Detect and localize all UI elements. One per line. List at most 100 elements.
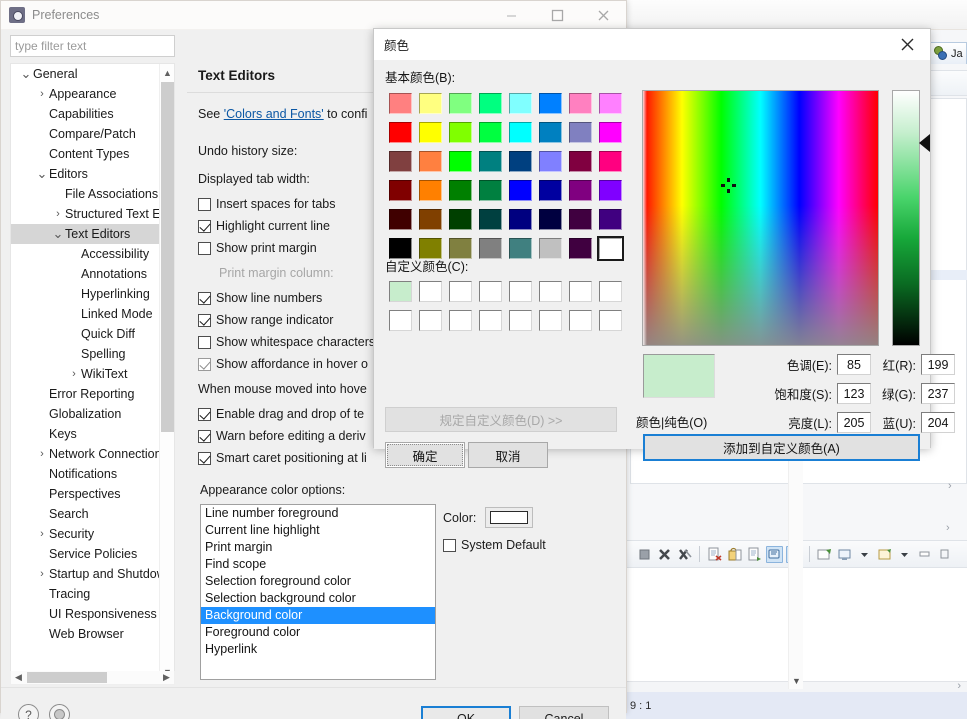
basic-color-swatch[interactable] — [596, 236, 624, 261]
custom-color-swatch[interactable] — [388, 281, 412, 302]
basic-color-swatch[interactable] — [598, 180, 622, 201]
basic-color-cell[interactable] — [535, 176, 565, 205]
field-green-input[interactable]: 237 — [921, 383, 955, 404]
custom-color-swatch[interactable] — [538, 310, 562, 331]
scroll-up-icon[interactable]: ▲ — [160, 64, 174, 81]
basic-color-cell[interactable] — [415, 89, 445, 118]
colors-and-fonts-link[interactable]: 'Colors and Fonts' — [224, 107, 324, 121]
tree-hscroll-thumb[interactable] — [27, 672, 107, 683]
basic-color-swatch[interactable] — [538, 180, 562, 201]
basic-color-swatch[interactable] — [418, 209, 442, 230]
open-console-icon[interactable] — [836, 546, 853, 563]
basic-color-swatch[interactable] — [508, 180, 532, 201]
custom-color-swatch[interactable] — [478, 281, 502, 302]
appearance-option-find-scope[interactable]: Find scope — [201, 556, 435, 573]
cancel-button[interactable]: Cancel — [519, 706, 609, 719]
custom-color-cell[interactable] — [385, 277, 415, 306]
checkbox-show-affordance-in-hover[interactable]: Show affordance in hover o — [198, 357, 368, 371]
basic-color-cell[interactable] — [535, 205, 565, 234]
help-icon[interactable]: ? — [18, 704, 39, 719]
color-swatch-button[interactable] — [485, 507, 533, 528]
tree-scroll-thumb[interactable] — [161, 82, 174, 432]
basic-color-swatch[interactable] — [478, 151, 502, 172]
chevron-right-icon[interactable]: › — [67, 368, 81, 380]
field-luminance-input[interactable]: 205 — [837, 412, 871, 433]
maximize-icon[interactable] — [936, 546, 953, 563]
tree-item-linked-mode[interactable]: Linked Mode — [11, 304, 166, 324]
show-console-icon[interactable] — [766, 545, 783, 563]
tree-item-quick-diff[interactable]: Quick Diff — [11, 324, 166, 344]
basic-color-cell[interactable] — [565, 118, 595, 147]
custom-color-cell[interactable] — [445, 306, 475, 335]
tree-vertical-scrollbar[interactable]: ▲ ▼ — [159, 64, 174, 680]
checkbox-box[interactable] — [198, 313, 211, 327]
basic-color-cell[interactable] — [565, 205, 595, 234]
tree-item-structured-text-ed[interactable]: › Structured Text Ed — [11, 204, 166, 224]
checkbox-box[interactable] — [198, 335, 211, 349]
basic-color-swatch[interactable] — [448, 93, 472, 114]
custom-color-cell[interactable] — [505, 306, 535, 335]
ok-button[interactable]: OK — [421, 706, 511, 719]
tree-item-web-browser[interactable]: Web Browser — [11, 624, 166, 644]
perspective-tab-java[interactable]: Ja — [930, 42, 967, 64]
chevron-right-icon[interactable]: › — [35, 528, 49, 540]
word-wrap-icon[interactable] — [746, 546, 763, 563]
apply-circle-icon[interactable] — [49, 704, 70, 719]
tree-item-startup-and-shutdown[interactable]: › Startup and Shutdown — [11, 564, 166, 584]
tree-item-text-editors[interactable]: ⌄ Text Editors — [11, 224, 166, 244]
chevron-down-icon[interactable]: ⌄ — [19, 66, 33, 82]
checkbox-box[interactable] — [198, 219, 211, 233]
basic-color-cell[interactable] — [385, 176, 415, 205]
tree-item-general[interactable]: ⌄ General — [11, 64, 166, 84]
field-hue-input[interactable]: 85 — [837, 354, 871, 375]
basic-color-cell[interactable] — [505, 89, 535, 118]
checkbox-box[interactable] — [443, 538, 456, 552]
checkbox-highlight-current-line[interactable]: Highlight current line — [198, 219, 330, 233]
chevron-down-icon-2[interactable] — [896, 546, 913, 563]
scroll-left-icon[interactable]: ◀ — [11, 671, 26, 683]
custom-color-cell[interactable] — [475, 306, 505, 335]
checkbox-system-default[interactable]: System Default — [443, 538, 546, 552]
custom-color-cell[interactable] — [565, 277, 595, 306]
basic-color-cell[interactable] — [415, 205, 445, 234]
tree-item-search[interactable]: Search — [11, 504, 166, 524]
checkbox-box[interactable] — [198, 429, 211, 443]
custom-colors-grid[interactable] — [385, 277, 625, 335]
basic-color-cell[interactable] — [505, 205, 535, 234]
basic-color-cell[interactable] — [475, 118, 505, 147]
basic-color-swatch[interactable] — [388, 151, 412, 172]
basic-color-cell[interactable] — [595, 147, 625, 176]
tree-item-security[interactable]: › Security — [11, 524, 166, 544]
checkbox-enable-drag-and-drop[interactable]: Enable drag and drop of te — [198, 407, 364, 421]
chevron-down-icon[interactable] — [856, 546, 873, 563]
editor-scroll-right-icon-2[interactable]: › — [946, 522, 950, 534]
custom-color-cell[interactable] — [565, 306, 595, 335]
field-saturation-input[interactable]: 123 — [837, 383, 871, 404]
basic-color-swatch[interactable] — [508, 93, 532, 114]
basic-color-cell[interactable] — [475, 89, 505, 118]
basic-color-cell[interactable] — [565, 176, 595, 205]
basic-color-swatch[interactable] — [598, 122, 622, 143]
basic-color-cell[interactable] — [535, 234, 565, 263]
basic-color-cell[interactable] — [535, 147, 565, 176]
preferences-titlebar[interactable]: Preferences — [1, 1, 626, 30]
custom-color-cell[interactable] — [595, 306, 625, 335]
basic-color-swatch[interactable] — [418, 151, 442, 172]
basic-color-swatch[interactable] — [538, 209, 562, 230]
custom-color-swatch[interactable] — [478, 310, 502, 331]
custom-color-swatch[interactable] — [598, 310, 622, 331]
custom-color-swatch[interactable] — [418, 281, 442, 302]
basic-color-cell[interactable] — [595, 234, 625, 263]
define-custom-colors-button[interactable]: 规定自定义颜色(D) >> — [385, 407, 617, 432]
basic-color-cell[interactable] — [445, 147, 475, 176]
basic-color-swatch[interactable] — [388, 93, 412, 114]
basic-color-cell[interactable] — [385, 89, 415, 118]
basic-color-swatch[interactable] — [598, 209, 622, 230]
basic-color-swatch[interactable] — [418, 122, 442, 143]
basic-color-cell[interactable] — [505, 118, 535, 147]
basic-color-swatch[interactable] — [568, 238, 592, 259]
basic-color-cell[interactable] — [445, 205, 475, 234]
basic-colors-grid[interactable] — [385, 89, 625, 263]
custom-color-swatch[interactable] — [418, 310, 442, 331]
basic-color-swatch[interactable] — [568, 180, 592, 201]
